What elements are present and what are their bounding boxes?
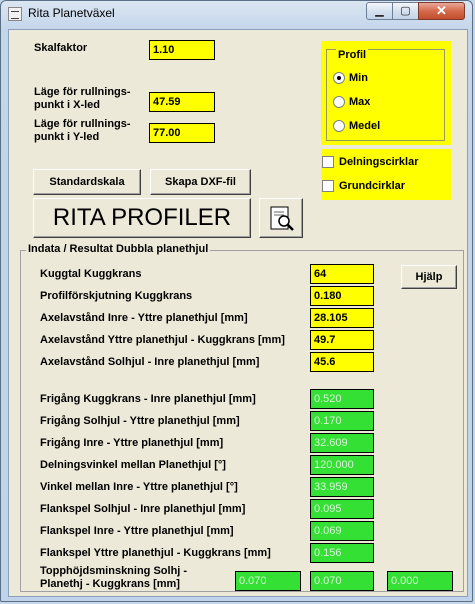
row-label: Axelavstånd Inre - Yttre planethjul [mm] [40, 312, 248, 324]
result-label: Frigång Kuggkrans - Inre planethjul [mm] [40, 393, 256, 405]
topphojd-label-line1: Topphöjdsminskning Solhj - [40, 565, 188, 577]
topphojd-value-kuggkrans: 0.000 [387, 571, 453, 591]
window-title: Rita Planetväxel [28, 6, 115, 20]
result-value: 33.959 [310, 477, 374, 497]
y-position-label-line1: Läge för rullnings- [34, 118, 131, 130]
result-value: 0.170 [310, 411, 374, 431]
topphojd-value-planethj: 0.070 [310, 571, 374, 591]
axelavstand-yttre-kuggkrans-input[interactable]: 49.7 [310, 330, 374, 350]
result-label: Vinkel mellan Inre - Yttre planethjul [°… [40, 481, 238, 493]
title-bar[interactable]: Rita Planetväxel ▁ ▢ ✕ [1, 1, 472, 27]
result-value: 0.095 [310, 499, 374, 519]
maximize-button[interactable]: ▢ [392, 2, 419, 20]
standardskala-button[interactable]: Standardskala [33, 169, 141, 195]
radio-medel[interactable] [333, 120, 345, 132]
print-preview-icon [270, 206, 294, 231]
result-value: 120.000 [310, 455, 374, 475]
radio-medel-label[interactable]: Medel [349, 120, 380, 132]
app-icon [8, 7, 22, 21]
axelavstand-inre-yttre-input[interactable]: 28.105 [310, 308, 374, 328]
result-value: 0.520 [310, 389, 374, 409]
app-window: Rita Planetväxel ▁ ▢ ✕ Skalfaktor 1.10 L… [0, 0, 473, 602]
delningscirklar-checkbox[interactable] [322, 156, 334, 168]
indata-title: Indata / Resultat Dubbla planethjul [26, 243, 211, 255]
x-position-input[interactable]: 47.59 [149, 92, 215, 112]
help-button[interactable]: Hjälp [401, 265, 457, 289]
radio-max-label[interactable]: Max [349, 96, 370, 108]
circle-options-panel: Delningscirklar Grundcirklar [321, 149, 451, 200]
rita-profiler-button[interactable]: RITA PROFILER [33, 198, 251, 238]
result-label: Frigång Solhjul - Yttre planethjul [mm] [40, 415, 240, 427]
x-position-label-line2: punkt i X-led [34, 99, 100, 111]
radio-min[interactable] [333, 72, 345, 84]
radio-max[interactable] [333, 96, 345, 108]
result-value: 32.609 [310, 433, 374, 453]
grundcirklar-checkbox[interactable] [322, 180, 334, 192]
axelavstand-solhjul-inre-input[interactable]: 45.6 [310, 352, 374, 372]
result-label: Flankspel Yttre planethjul - Kuggkrans [… [40, 547, 271, 559]
indata-resultat-group: Indata / Resultat Dubbla planethjul Kugg… [20, 243, 464, 592]
profil-group: Profil Min Max Medel [326, 49, 445, 141]
result-value: 0.069 [310, 521, 374, 541]
delningscirklar-label[interactable]: Delningscirklar [339, 156, 418, 168]
y-position-label-line2: punkt i Y-led [34, 131, 100, 143]
skalfaktor-input[interactable]: 1.10 [149, 40, 215, 60]
topphojd-label-line2: Planethj - Kuggkrans [mm] [40, 578, 180, 590]
y-position-input[interactable]: 77.00 [149, 123, 215, 143]
minimize-button[interactable]: ▁ [366, 2, 393, 20]
profil-title: Profil [336, 49, 369, 61]
client-area: Skalfaktor 1.10 Läge för rullnings- punk… [8, 29, 468, 597]
skalfaktor-label: Skalfaktor [34, 42, 88, 54]
row-label: Profilförskjutning Kuggkrans [40, 290, 193, 302]
kuggtal-input[interactable]: 64 [310, 264, 374, 284]
row-label: Kuggtal Kuggkrans [40, 268, 142, 280]
x-position-label-line1: Läge för rullnings- [34, 86, 131, 98]
close-button[interactable]: ✕ [418, 2, 465, 20]
result-value: 0.156 [310, 543, 374, 563]
skapa-dxf-button[interactable]: Skapa DXF-fil [150, 169, 251, 195]
topphojd-value-solhj: 0.070 [235, 571, 301, 591]
result-label: Delningsvinkel mellan Planethjul [°] [40, 459, 226, 471]
print-preview-button[interactable] [259, 198, 303, 238]
profilforskjutning-input[interactable]: 0.180 [310, 286, 374, 306]
profil-panel: Profil Min Max Medel [321, 41, 451, 145]
result-label: Frigång Inre - Yttre planethjul [mm] [40, 437, 224, 449]
row-label: Axelavstånd Solhjul - Inre planethjul [m… [40, 356, 260, 368]
grundcirklar-label[interactable]: Grundcirklar [339, 180, 405, 192]
row-label: Axelavstånd Yttre planethjul - Kuggkrans… [40, 334, 285, 346]
result-label: Flankspel Inre - Yttre planethjul [mm] [40, 525, 234, 537]
result-label: Flankspel Solhjul - Inre planethjul [mm] [40, 503, 246, 515]
radio-min-label[interactable]: Min [349, 72, 368, 84]
